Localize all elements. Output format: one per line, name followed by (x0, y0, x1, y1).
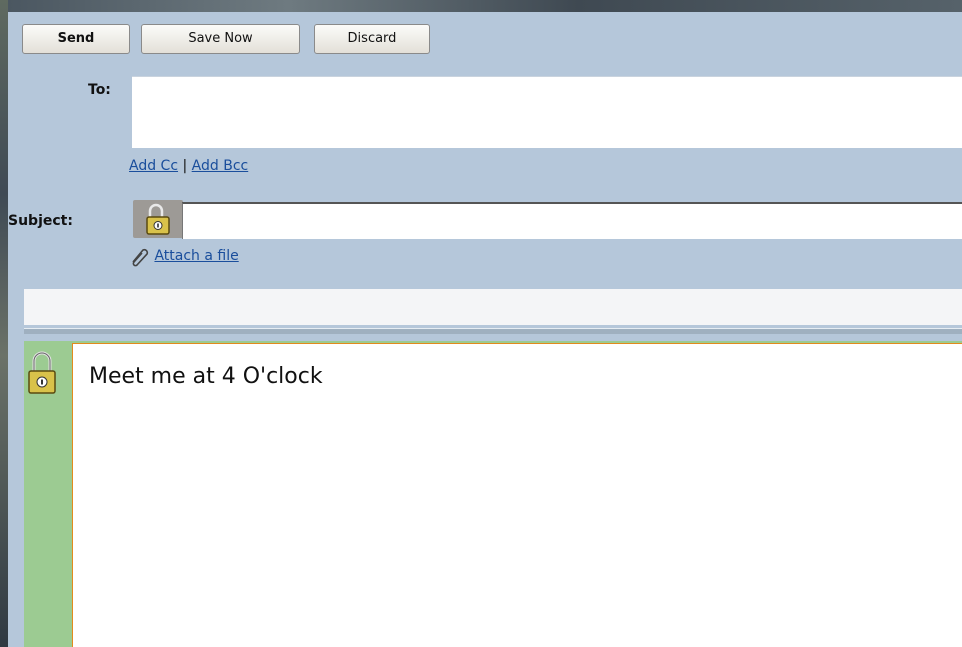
save-now-button[interactable]: Save Now (141, 24, 300, 54)
subject-label: Subject: (8, 213, 73, 229)
compose-panel: Send Save Now Discard To: Add Cc | Add B… (8, 12, 962, 647)
link-separator: | (182, 158, 188, 174)
paperclip-icon (132, 248, 149, 267)
attach-row: Attach a file (128, 245, 239, 267)
message-body-area: Meet me at 4 O'clock (24, 341, 962, 647)
padlock-icon[interactable] (24, 349, 60, 397)
add-cc-link[interactable]: Add Cc (129, 158, 178, 174)
subject-lock-toggle[interactable] (133, 200, 183, 238)
attach-file-link[interactable]: Attach a file (154, 248, 238, 264)
desktop-left-edge (0, 0, 8, 647)
to-label: To: (88, 82, 111, 98)
add-bcc-link[interactable]: Add Bcc (192, 158, 249, 174)
to-field[interactable] (132, 76, 962, 148)
cc-bcc-links: Add Cc | Add Bcc (129, 158, 248, 174)
message-text[interactable]: Meet me at 4 O'clock (89, 364, 323, 389)
body-divider (24, 328, 962, 334)
padlock-icon (146, 203, 170, 235)
discard-button[interactable]: Discard (314, 24, 430, 54)
message-editor[interactable]: Meet me at 4 O'clock (72, 343, 962, 647)
desktop-top-edge (0, 0, 962, 12)
formatting-bar (24, 289, 962, 325)
send-button[interactable]: Send (22, 24, 130, 54)
subject-field[interactable] (182, 202, 962, 239)
